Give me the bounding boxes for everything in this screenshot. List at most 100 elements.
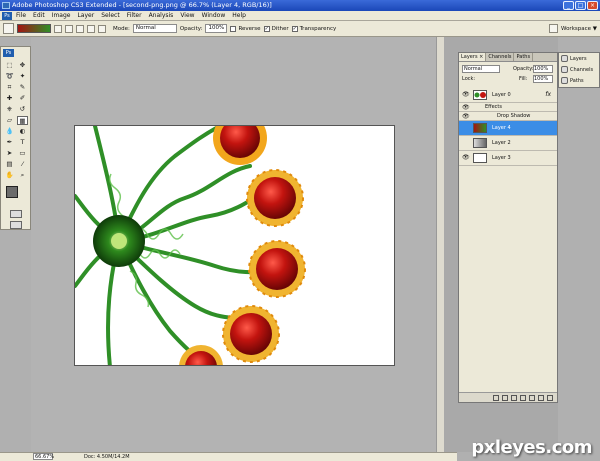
menu-image[interactable]: Image	[52, 12, 71, 19]
clone-stamp-tool-icon[interactable]: ⎈	[4, 105, 15, 114]
ps-tag-icon: Ps	[3, 49, 14, 57]
brush-tool-icon[interactable]: ✐	[17, 94, 28, 103]
eye-icon[interactable]: 👁	[462, 113, 470, 121]
dither-box: ✓	[263, 25, 270, 32]
new-group-icon[interactable]	[529, 394, 535, 401]
type-tool-icon[interactable]: T	[17, 138, 28, 147]
gradient-tool-icon[interactable]: ▦	[17, 116, 28, 125]
shape-tool-icon[interactable]: ▭	[17, 149, 28, 158]
side-paths[interactable]: Paths	[561, 77, 584, 84]
menu-help[interactable]: Help	[232, 12, 246, 19]
doc-size: Doc: 4.50M/14.2M	[84, 454, 130, 460]
toolbox: Ps ⬚ ✥ ➰ ✦ ⌗ ✎ ✚ ✐ ⎈ ↺ ▱ ▦ 💧 ◐ ✒ T ➤ ▭ ▤…	[0, 46, 31, 230]
document-canvas[interactable]	[74, 125, 395, 366]
menu-filter[interactable]: Filter	[127, 12, 142, 19]
channels-icon	[561, 66, 568, 73]
healing-brush-tool-icon[interactable]: ✚	[4, 94, 15, 103]
side-layers[interactable]: Layers	[561, 55, 587, 62]
diamond-gradient-icon[interactable]	[98, 24, 106, 33]
maximize-button[interactable]: □	[575, 1, 586, 10]
add-mask-icon[interactable]	[511, 394, 517, 401]
adjustment-layer-icon[interactable]	[520, 394, 526, 401]
eye-icon[interactable]	[462, 124, 470, 132]
transparency-box: ✓	[291, 25, 298, 32]
menu-file[interactable]: File	[16, 12, 26, 19]
transparency-checkbox[interactable]: ✓ Transparency	[291, 25, 336, 32]
tab-paths[interactable]: Paths	[514, 53, 534, 61]
radial-gradient-icon[interactable]	[65, 24, 73, 33]
workspace-menu[interactable]: Workspace ▼	[548, 23, 597, 34]
window-controls: _ □ ×	[563, 1, 598, 10]
lock-label: Lock:	[462, 76, 476, 82]
side-channels[interactable]: Channels	[561, 66, 593, 73]
move-tool-icon[interactable]: ✥	[17, 61, 28, 70]
quick-mask-icon[interactable]	[10, 210, 22, 218]
status-bar: 66.67% Doc: 4.50M/14.2M	[0, 452, 457, 461]
mode-select[interactable]: Normal	[132, 24, 177, 33]
layer-row-layer-3[interactable]: 👁 Layer 3	[459, 151, 557, 166]
ps-logo-icon: Ps	[2, 11, 12, 20]
zoom-field[interactable]: 66.67%	[33, 453, 54, 460]
layer-thumbnail	[473, 123, 487, 133]
layers-opacity-input[interactable]: 100%	[533, 65, 553, 73]
crop-tool-icon[interactable]: ⌗	[4, 83, 15, 92]
link-layers-icon[interactable]	[493, 394, 499, 401]
opacity-label: Opacity:	[179, 25, 203, 32]
dither-checkbox[interactable]: ✓ Dither	[263, 25, 289, 32]
eye-icon[interactable]: 👁	[462, 154, 470, 162]
linear-gradient-icon[interactable]	[54, 24, 62, 33]
magic-wand-tool-icon[interactable]: ✦	[17, 72, 28, 81]
fill-input[interactable]: 100%	[533, 75, 553, 83]
eye-icon[interactable]: 👁	[462, 104, 470, 112]
reflected-gradient-icon[interactable]	[87, 24, 95, 33]
layer-drop-shadow-row[interactable]: 👁 Drop Shadow	[459, 112, 557, 121]
layer-name: Layer 3	[492, 155, 511, 161]
minimize-button[interactable]: _	[563, 1, 574, 10]
hand-tool-icon[interactable]: ✋	[4, 171, 15, 180]
opacity-input[interactable]: 100%	[205, 24, 228, 33]
screen-mode-icon[interactable]	[10, 221, 22, 229]
tab-channels[interactable]: Channels	[486, 53, 515, 61]
menu-view[interactable]: View	[180, 12, 194, 19]
layer-thumbnail	[473, 138, 487, 148]
menu-select[interactable]: Select	[101, 12, 120, 19]
notes-tool-icon[interactable]: ▤	[4, 160, 15, 169]
slice-tool-icon[interactable]: ✎	[17, 83, 28, 92]
fx-icon[interactable]: fx	[545, 91, 551, 98]
blur-tool-icon[interactable]: 💧	[4, 127, 15, 136]
layers-panel-footer	[459, 392, 557, 402]
add-style-icon[interactable]	[502, 394, 508, 401]
eraser-tool-icon[interactable]: ▱	[4, 116, 15, 125]
foreground-color-swatch[interactable]	[6, 186, 18, 198]
menu-analysis[interactable]: Analysis	[149, 12, 174, 19]
eye-icon[interactable]	[462, 139, 470, 147]
tab-layers[interactable]: Layers ×	[459, 53, 487, 61]
eye-icon[interactable]: 👁	[462, 91, 470, 99]
eyedropper-tool-icon[interactable]: ⁄	[17, 160, 28, 169]
angle-gradient-icon[interactable]	[76, 24, 84, 33]
path-selection-tool-icon[interactable]: ➤	[4, 149, 15, 158]
trash-icon[interactable]	[547, 394, 553, 401]
mode-label: Mode:	[113, 25, 130, 32]
lasso-tool-icon[interactable]: ➰	[4, 72, 15, 81]
history-brush-tool-icon[interactable]: ↺	[17, 105, 28, 114]
layer-row-layer-2[interactable]: Layer 2	[459, 136, 557, 151]
photoshop-icon	[2, 2, 10, 9]
vertical-scrollbar[interactable]	[436, 37, 444, 452]
reverse-checkbox[interactable]: Reverse	[230, 25, 261, 32]
layer-row-layer-4[interactable]: Layer 4	[459, 121, 557, 136]
menu-layer[interactable]: Layer	[77, 12, 94, 19]
dodge-tool-icon[interactable]: ◐	[17, 127, 28, 136]
menu-edit[interactable]: Edit	[33, 12, 45, 19]
close-button[interactable]: ×	[587, 1, 598, 10]
layer-row-layer-0[interactable]: 👁 Layer 0 fx	[459, 87, 557, 103]
tool-preset-picker[interactable]	[3, 23, 14, 34]
pen-tool-icon[interactable]: ✒	[4, 138, 15, 147]
layer-effects-row[interactable]: 👁 Effects	[459, 103, 557, 112]
gradient-swatch[interactable]	[17, 24, 51, 33]
blend-mode-select[interactable]: Normal	[462, 65, 500, 73]
marquee-tool-icon[interactable]: ⬚	[4, 61, 15, 70]
menu-window[interactable]: Window	[202, 12, 226, 19]
new-layer-icon[interactable]	[538, 394, 544, 401]
zoom-tool-icon[interactable]: ⌕	[17, 171, 28, 180]
